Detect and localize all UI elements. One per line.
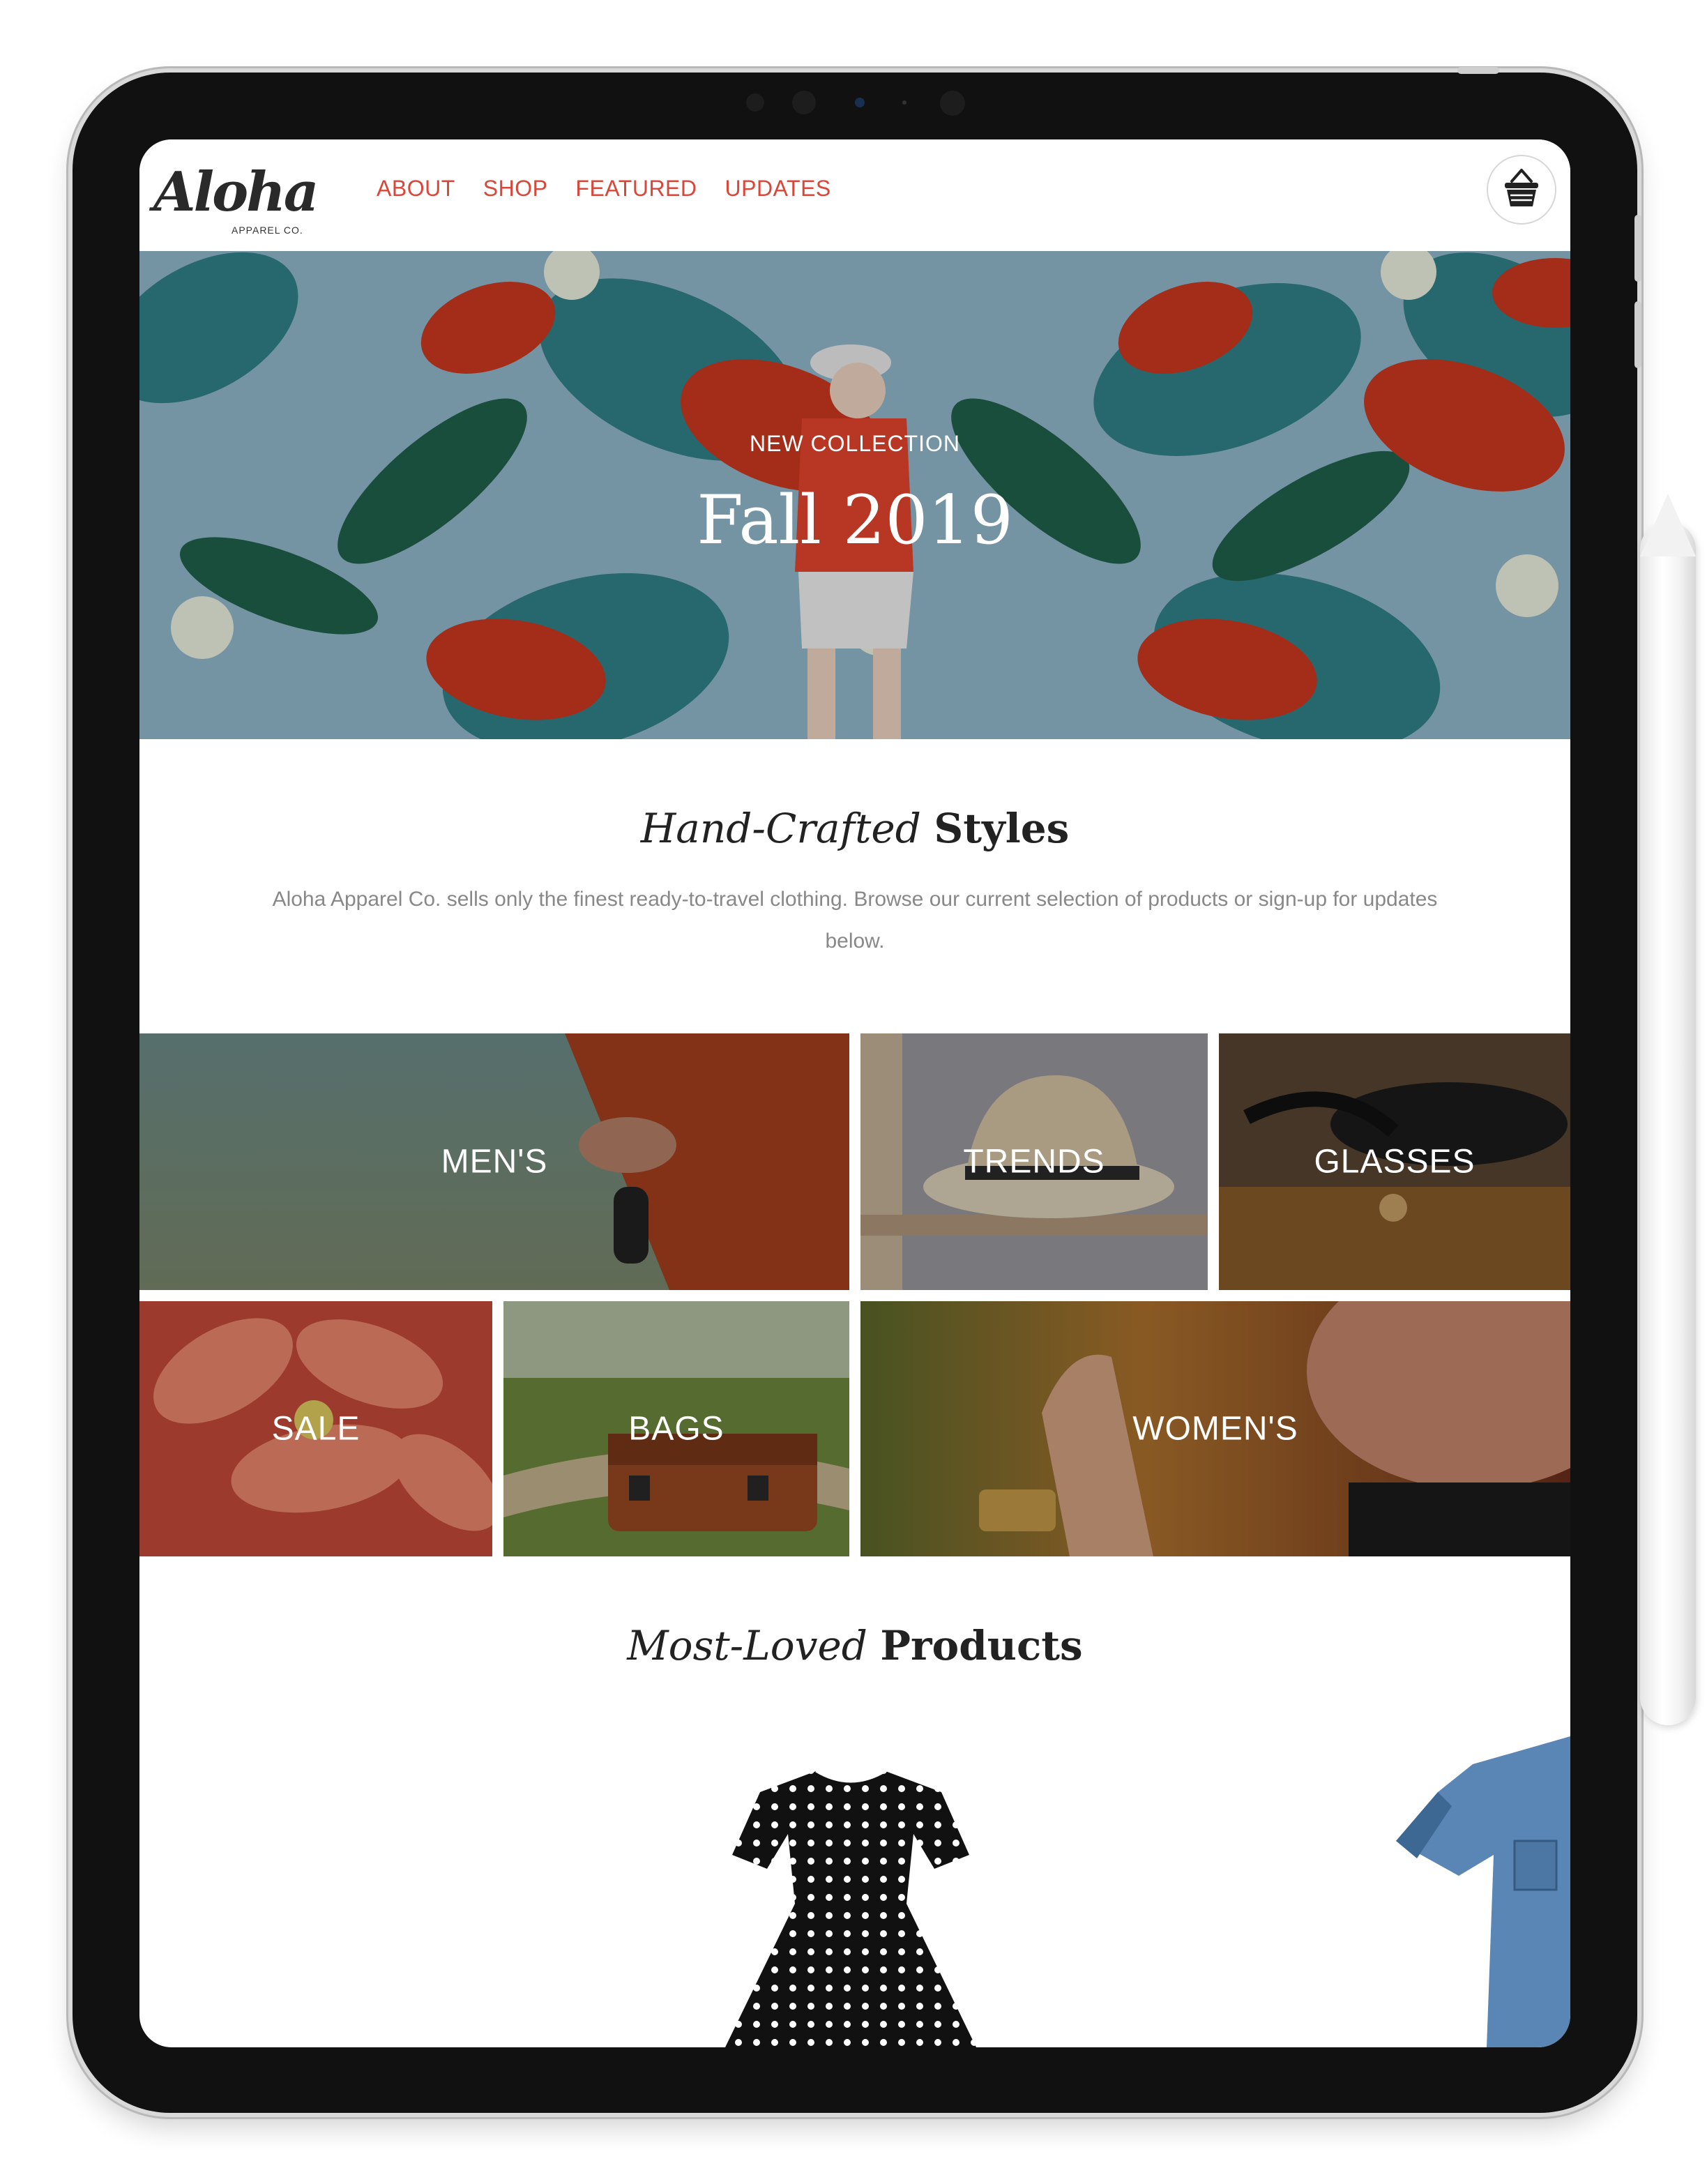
category-label-womens: WOMEN'S xyxy=(1132,1410,1298,1448)
product-card-denim-shirt[interactable] xyxy=(1389,1736,1570,2047)
category-tile-sale[interactable]: SALE xyxy=(139,1301,492,1556)
category-tile-glasses[interactable]: GLASSES xyxy=(1219,1033,1570,1290)
polka-dot-dress-image xyxy=(725,1770,976,2047)
intro-heading-em: Hand-Crafted xyxy=(640,805,921,852)
category-tile-mens[interactable]: MEN'S xyxy=(139,1033,849,1290)
nav-link-updates[interactable]: UPDATES xyxy=(725,176,831,202)
brand-logo[interactable]: Aloha APPAREL CO. xyxy=(153,160,319,237)
category-label-mens: MEN'S xyxy=(441,1143,548,1181)
camera-sensor xyxy=(902,100,906,105)
camera-sensor xyxy=(940,91,965,116)
category-label-glasses: GLASSES xyxy=(1314,1143,1475,1181)
intro-heading-strong: Styles xyxy=(934,805,1070,852)
category-label-bags: BAGS xyxy=(628,1410,724,1448)
tablet-screen: Aloha APPAREL CO. ABOUT SHOP FEATURED UP… xyxy=(139,139,1570,2047)
hero-title: Fall 2019 xyxy=(697,481,1013,559)
nav-link-shop[interactable]: SHOP xyxy=(483,176,548,202)
volume-button xyxy=(1457,67,1499,74)
side-button xyxy=(1634,301,1641,368)
category-tile-womens[interactable]: WOMEN'S xyxy=(860,1301,1570,1556)
stylus-tip xyxy=(1640,494,1696,556)
category-tile-trends[interactable]: TRENDS xyxy=(860,1033,1208,1290)
products-heading: Most-Loved Products xyxy=(139,1622,1570,1669)
denim-shirt-image xyxy=(1396,1736,1570,2047)
hero-banner[interactable]: NEW COLLECTION Fall 2019 xyxy=(139,251,1570,739)
product-card-dress[interactable] xyxy=(711,1743,990,2047)
stylus-pencil xyxy=(1640,494,1696,1725)
nav-link-about[interactable]: ABOUT xyxy=(377,176,455,202)
shopping-basket-icon xyxy=(1505,169,1538,206)
main-nav: ABOUT SHOP FEATURED UPDATES xyxy=(377,176,831,202)
intro-heading: Hand-Crafted Styles xyxy=(139,805,1570,852)
products-heading-strong: Products xyxy=(880,1622,1083,1669)
logo-script-text: Aloha xyxy=(153,160,319,224)
side-button xyxy=(1634,215,1641,282)
camera-sensor xyxy=(746,93,764,112)
logo-subtext: APPAREL CO. xyxy=(232,225,303,236)
category-label-trends: TRENDS xyxy=(963,1143,1105,1181)
intro-body: Aloha Apparel Co. sells only the finest … xyxy=(272,888,1438,953)
camera-sensor xyxy=(792,91,816,114)
hero-eyebrow: NEW COLLECTION xyxy=(749,431,961,456)
site-header: Aloha APPAREL CO. ABOUT SHOP FEATURED UP… xyxy=(139,139,1570,251)
cart-button[interactable] xyxy=(1487,155,1556,225)
category-tile-bags[interactable]: BAGS xyxy=(503,1301,849,1556)
category-label-sale: SALE xyxy=(271,1410,361,1448)
camera-lens xyxy=(855,98,865,107)
products-heading-em: Most-Loved xyxy=(627,1622,867,1669)
nav-link-featured[interactable]: FEATURED xyxy=(575,176,697,202)
